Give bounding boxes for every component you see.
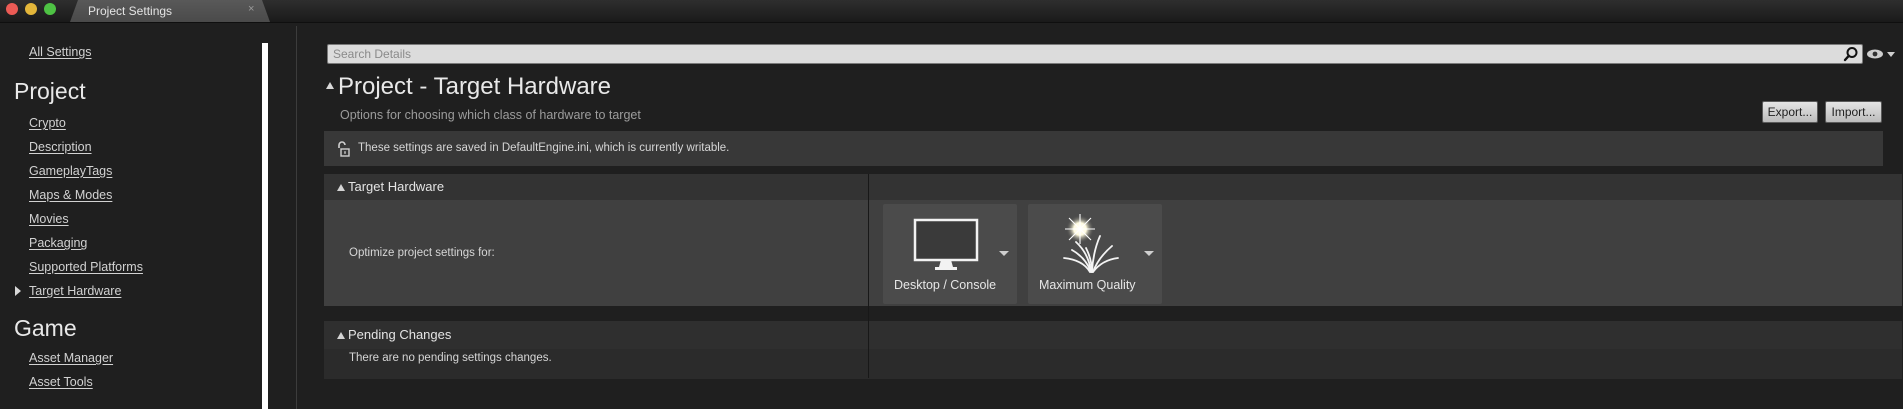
tab-project-settings[interactable]: Project Settings × bbox=[70, 0, 270, 22]
grass-sun-icon bbox=[1063, 214, 1119, 273]
chevron-down-icon bbox=[1144, 251, 1154, 256]
panel-divider bbox=[296, 26, 297, 409]
target-hardware-section-header[interactable]: Target Hardware bbox=[324, 174, 1902, 200]
sidebar-item-supported-platforms[interactable]: Supported Platforms bbox=[29, 260, 143, 274]
sidebar-item-all-settings[interactable]: All Settings bbox=[29, 45, 92, 59]
sidebar-item-asset-manager[interactable]: Asset Manager bbox=[29, 351, 113, 365]
page-title: Project - Target Hardware bbox=[338, 73, 611, 100]
settings-sidebar: All Settings Project Crypto Description … bbox=[0, 23, 268, 409]
chevron-down-icon bbox=[999, 251, 1009, 256]
export-button[interactable]: Export... bbox=[1762, 101, 1818, 123]
row-label: Optimize project settings for: bbox=[349, 247, 495, 259]
collapse-arrow-icon[interactable] bbox=[326, 82, 334, 89]
eye-icon[interactable] bbox=[1866, 47, 1896, 61]
sidebar-heading-game: Game bbox=[14, 315, 77, 341]
pending-changes-text: There are no pending settings changes. bbox=[349, 352, 552, 364]
expand-arrow-icon[interactable] bbox=[15, 286, 21, 296]
sidebar-heading-project: Project bbox=[14, 78, 86, 104]
sidebar-item-asset-tools[interactable]: Asset Tools bbox=[29, 375, 93, 389]
collapse-arrow-icon[interactable] bbox=[337, 332, 345, 339]
page-subtitle: Options for choosing which class of hard… bbox=[340, 108, 641, 122]
window-close-button[interactable] bbox=[6, 3, 18, 15]
notice-text: These settings are saved in DefaultEngin… bbox=[358, 142, 730, 154]
window-maximize-button[interactable] bbox=[44, 3, 56, 15]
sidebar-item-movies[interactable]: Movies bbox=[29, 212, 69, 226]
search-details-field[interactable]: Search Details bbox=[327, 44, 1863, 64]
window-minimize-button[interactable] bbox=[25, 3, 37, 15]
section-label: Pending Changes bbox=[348, 327, 452, 342]
section-label: Target Hardware bbox=[348, 179, 445, 194]
search-placeholder: Search Details bbox=[333, 47, 412, 61]
pending-changes-section-header[interactable]: Pending Changes bbox=[324, 321, 1902, 349]
sidebar-item-packaging[interactable]: Packaging bbox=[29, 236, 87, 250]
import-button[interactable]: Import... bbox=[1825, 101, 1882, 123]
title-bar: Project Settings × bbox=[0, 0, 1903, 23]
sidebar-item-crypto[interactable]: Crypto bbox=[29, 116, 66, 130]
quality-label: Maximum Quality bbox=[1039, 278, 1136, 292]
platform-dropdown[interactable]: Desktop / Console bbox=[883, 204, 1017, 304]
quality-dropdown[interactable]: Maximum Quality bbox=[1028, 204, 1162, 304]
unlock-icon bbox=[338, 141, 350, 157]
column-splitter[interactable] bbox=[868, 174, 869, 378]
sidebar-item-description[interactable]: Description bbox=[29, 140, 92, 154]
sidebar-item-target-hardware[interactable]: Target Hardware bbox=[29, 284, 121, 298]
platform-label: Desktop / Console bbox=[894, 278, 997, 292]
pending-changes-row: There are no pending settings changes. bbox=[324, 349, 1902, 379]
sidebar-item-maps-modes[interactable]: Maps & Modes bbox=[29, 188, 112, 202]
search-icon[interactable] bbox=[1843, 46, 1859, 62]
sidebar-item-gameplaytags[interactable]: GameplayTags bbox=[29, 164, 112, 178]
monitor-icon bbox=[913, 218, 979, 270]
sidebar-scrollbar[interactable] bbox=[262, 43, 268, 409]
tab-label: Project Settings bbox=[88, 4, 173, 18]
config-notice: These settings are saved in DefaultEngin… bbox=[324, 131, 1883, 166]
tab-close-icon[interactable]: × bbox=[248, 3, 254, 15]
collapse-arrow-icon[interactable] bbox=[337, 184, 345, 191]
